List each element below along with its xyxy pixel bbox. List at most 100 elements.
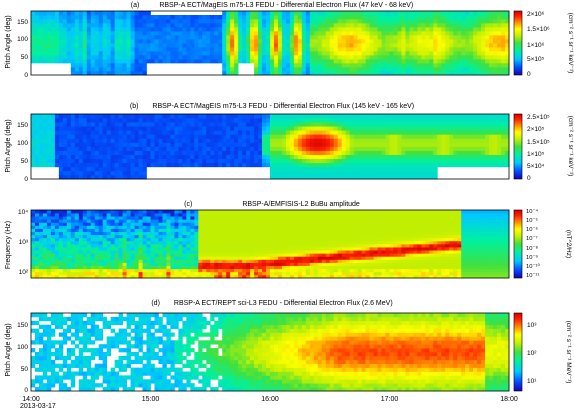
panel-a-heatmap-cell: [405, 27, 410, 32]
panel-a-heatmap-cell: [337, 15, 343, 20]
panel-a-heatmap-cell: [50, 39, 56, 44]
panel-b-heatmap-cell: [78, 118, 84, 123]
panel-a-heatmap-cell: [345, 27, 351, 32]
panel-a-heatmap-cell: [146, 15, 151, 20]
panel-a-heatmap-cell: [401, 51, 406, 56]
panel-a-heatmap-cell: [234, 43, 239, 48]
panel-a-heatmap-cell: [170, 15, 175, 20]
panel-a-heatmap-cell: [277, 35, 283, 40]
panel-a-heatmap-cell: [74, 11, 80, 16]
panel-c-heatmap-cell: [90, 271, 96, 276]
panel-c-heatmap-cell: [206, 234, 211, 239]
panel-c-heatmap-cell: [50, 268, 56, 273]
panel-b-heatmap-cell: [134, 130, 139, 135]
panel-b-heatmap-cell: [58, 146, 64, 151]
panel-c-heatmap-cell: [122, 222, 127, 226]
panel-a-heatmap-cell: [31, 31, 36, 36]
panel-c-heatmap-cell: [90, 268, 96, 273]
panel-c-heatmap-cell: [146, 271, 151, 276]
panel-a-heatmap-cell: [357, 19, 362, 24]
panel-c-heatmap-cell: [166, 268, 171, 273]
panel-c-heatmap-cell: [82, 225, 88, 229]
panel-a-heatmap-cell: [190, 51, 195, 56]
panel-b-heatmap-cell: [369, 130, 374, 135]
panel-a-colorbar-bar: [513, 10, 523, 76]
panel-a-heatmap-cell: [293, 47, 299, 52]
panel-c-heatmap-cell: [122, 228, 127, 232]
panel-c-heatmap-cell: [146, 240, 151, 245]
panel-a-heatmap-cell: [277, 59, 283, 64]
panel-b-heatmap-cell: [242, 122, 247, 127]
panel-c-heatmap-cell: [170, 216, 175, 220]
panel-c-heatmap-cell: [238, 237, 243, 242]
panel-b-heatmap-cell: [218, 122, 223, 127]
panel-a-heatmap-cell: [250, 11, 255, 16]
panel-c-heatmap-cell: [182, 250, 187, 254]
panel-b-heatmap-cell: [134, 158, 139, 164]
panel-c-heatmap-cell: [210, 237, 215, 242]
panel-a-heatmap-cell: [94, 63, 100, 68]
panel-a-heatmap-cell: [106, 47, 112, 52]
panel-a-heatmap-cell: [337, 63, 343, 68]
panel-c-heatmap-cell: [54, 244, 60, 248]
panel-a-heatmap-cell: [31, 55, 36, 60]
panel-a-heatmap-cell: [250, 23, 255, 28]
panel-a-heatmap-cell: [309, 11, 315, 16]
panel-a-heatmap-cell: [469, 47, 474, 52]
panel-c-heatmap-cell: [126, 268, 131, 273]
panel-a-heatmap-cell: [190, 55, 195, 60]
panel-a-heatmap-cell: [385, 35, 390, 40]
panel-a-heatmap-cell: [477, 67, 482, 72]
panel-b-heatmap-cell: [469, 162, 474, 168]
panel-b-heatmap-cell: [357, 134, 362, 139]
panel-c-heatmap-cell: [134, 268, 139, 273]
panel-b-heatmap-cell: [34, 134, 40, 139]
panel-c-heatmap-cell: [70, 259, 76, 263]
panel-b-heatmap-cell: [405, 158, 410, 164]
panel-a-heatmap-cell: [401, 23, 406, 28]
panel-b-heatmap-cell: [206, 138, 211, 143]
panel-c-heatmap-cell: [238, 268, 243, 273]
panel-b-heatmap-cell: [381, 170, 386, 176]
panel-a-heatmap-cell: [289, 23, 295, 28]
panel-c-heatmap-cell: [86, 237, 92, 242]
panel-b-heatmap-cell: [453, 114, 458, 119]
panel-b-heatmap-cell: [70, 166, 76, 172]
panel-b-heatmap-cell: [333, 146, 339, 151]
panel-c-heatmap-cell: [226, 247, 231, 251]
panel-a-heatmap-cell: [469, 11, 474, 16]
panel-c-heatmap-cell: [250, 250, 255, 254]
panel-a-heatmap-cell: [238, 15, 243, 20]
panel-b-heatmap-cell: [429, 150, 434, 155]
panel-c-heatmap-cell: [158, 210, 163, 214]
panel-b-heatmap-cell: [277, 166, 283, 172]
panel-b-heatmap-cell: [31, 150, 36, 155]
panel-c-heatmap-cell: [31, 259, 36, 263]
panel-c-heatmap-cell: [277, 253, 283, 257]
panel-a-heatmap-cell: [301, 27, 307, 32]
panel-c-heatmap-cell: [31, 256, 36, 260]
panel-b-heatmap-cell: [106, 118, 112, 123]
panel-a-heatmap-cell: [174, 59, 179, 64]
panel-a-heatmap-cell: [385, 43, 390, 48]
panel-b-heatmap-cell: [250, 114, 255, 119]
panel-c-heatmap-cell: [174, 225, 179, 229]
panel-c-heatmap-cell: [58, 256, 64, 260]
panel-c-heatmap-cell: [66, 216, 72, 220]
panel-b-heatmap-cell: [389, 146, 394, 151]
panel-a-heatmap-cell: [222, 55, 227, 60]
panel-b-heatmap-cell: [317, 122, 323, 127]
panel-c-heatmap-cell: [34, 234, 40, 239]
panel-b-heatmap-cell: [210, 146, 215, 151]
panel-c-heatmap-cell: [122, 259, 127, 263]
panel-a-heatmap-cell: [242, 35, 247, 40]
panel-a-heatmap-cell: [74, 27, 80, 32]
panel-c-heatmap-cell: [66, 219, 72, 223]
panel-c-heatmap-cell: [118, 222, 123, 226]
panel-a-heatmap-cell: [242, 43, 247, 48]
panel-a-heatmap-cell: [333, 11, 339, 16]
panel-a-heatmap-cell: [377, 59, 382, 64]
panel-b-heatmap-cell: [405, 130, 410, 135]
panel-c-heatmap-cell: [242, 234, 247, 239]
panel-b-heatmap-cell: [409, 150, 414, 155]
